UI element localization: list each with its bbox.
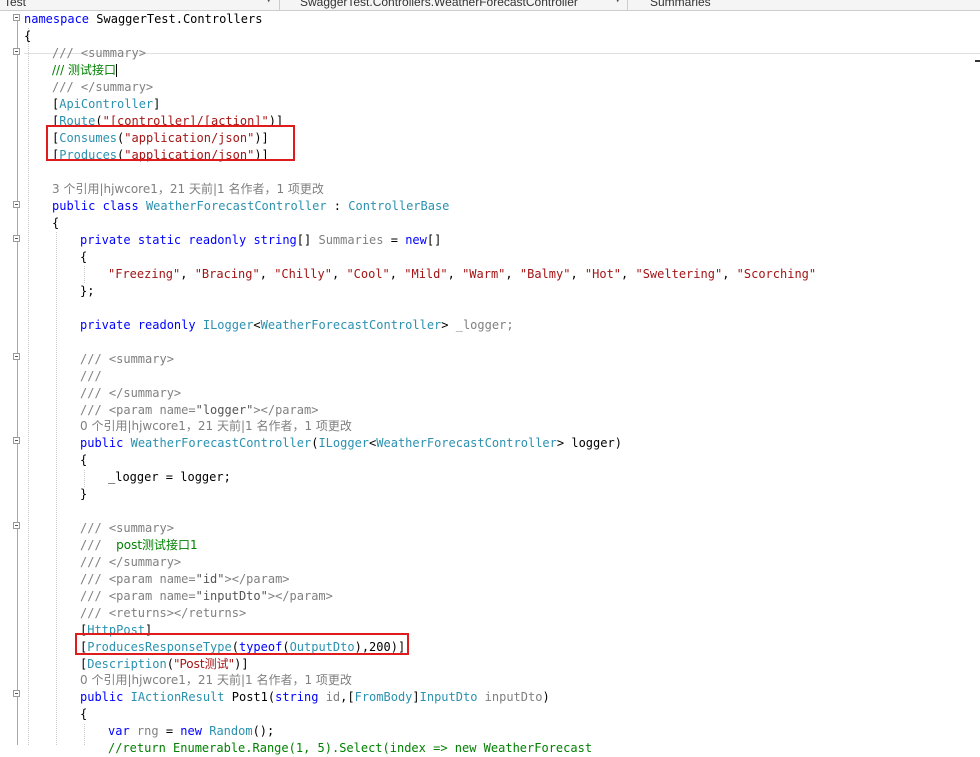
code-line: { — [24, 29, 32, 43]
collapse-icon[interactable] — [13, 353, 20, 360]
doc-comment: /// <summary> — [80, 352, 174, 366]
constructor-declaration: public WeatherForecastController(ILogger… — [80, 436, 622, 450]
member-dropdown[interactable]: Summaries — [650, 0, 711, 9]
codelens[interactable]: 0 个引用|hjwcore1，21 天前|1 名作者，1 项更改 — [80, 418, 352, 435]
doc-comment: /// <param name="id"></param> — [80, 572, 290, 586]
code-line: { — [80, 250, 88, 264]
string-literal: "Bracing" — [194, 267, 260, 281]
doc-comment: /// post测试接口1 — [80, 538, 198, 552]
array-values: "Freezing", "Bracing", "Chilly", "Cool",… — [108, 266, 816, 283]
keyword: namespace — [24, 12, 90, 26]
indent-guide — [84, 266, 85, 283]
doc-comment: /// — [80, 369, 102, 383]
string-literal: "Sweltering" — [635, 267, 723, 281]
separator: , — [447, 267, 463, 281]
string-literal: "Freezing" — [108, 267, 181, 281]
code-line: var rng = new Random(); — [108, 724, 275, 738]
separator: , — [570, 267, 585, 281]
code-line: }; — [80, 284, 95, 298]
separator: , — [180, 267, 195, 281]
highlight-box — [46, 125, 295, 161]
string-literal: "Mild" — [404, 267, 448, 281]
codelens[interactable]: 0 个引用|hjwcore1，21 天前|1 名作者，1 项更改 — [80, 672, 352, 689]
code-editor[interactable]: namespace SwaggerTest.Controllers { /// … — [24, 11, 980, 755]
indent-guide — [84, 470, 85, 487]
divider — [627, 0, 628, 10]
doc-comment: /// <param name="inputDto"></param> — [80, 589, 333, 603]
code-line: { — [80, 453, 88, 467]
doc-comment: /// <param name="logger"></param> — [80, 403, 319, 417]
code-line: { — [52, 216, 60, 230]
indent-guide — [56, 232, 57, 745]
fold-line — [17, 20, 18, 745]
separator: , — [331, 267, 347, 281]
doc-comment: /// 测试接口 — [52, 62, 117, 79]
collapse-icon[interactable] — [13, 201, 20, 208]
text-cursor — [115, 64, 117, 77]
divider — [279, 0, 280, 10]
highlight-box — [75, 633, 409, 655]
collapse-icon[interactable] — [13, 48, 20, 55]
string-literal: "Scorching" — [736, 267, 817, 281]
doc-comment: /// <summary> — [80, 521, 174, 535]
field-declaration: private readonly ILogger<WeatherForecast… — [80, 318, 514, 332]
separator: , — [389, 267, 405, 281]
separator: , — [621, 267, 636, 281]
collapse-icon[interactable] — [13, 522, 20, 529]
string-literal: "Hot" — [584, 267, 622, 281]
code-line: _logger = logger; — [108, 470, 231, 484]
code-comment: //return Enumerable.Range(1, 5).Select(i… — [108, 741, 593, 755]
namespace-name: SwaggerTest.Controllers — [96, 12, 263, 26]
doc-comment: /// <returns></returns> — [80, 606, 247, 620]
string-literal: "Balmy" — [519, 267, 571, 281]
code-line: } — [80, 487, 88, 501]
doc-comment: /// </summary> — [52, 80, 154, 94]
navigation-bar: Test ▾ SwaggerTest.Controllers.WeatherFo… — [0, 0, 980, 11]
codelens[interactable]: 3 个引用|hjwcore1，21 天前|1 名作者，1 项更改 — [52, 181, 324, 198]
string-literal: "Cool" — [346, 267, 390, 281]
indent-guide — [84, 724, 85, 745]
class-dropdown[interactable]: SwaggerTest.Controllers.WeatherForecastC… — [300, 0, 578, 9]
separator: , — [259, 267, 275, 281]
project-dropdown[interactable]: Test — [4, 0, 26, 9]
collapse-icon[interactable] — [13, 690, 20, 697]
separator: , — [505, 267, 520, 281]
collapse-icon[interactable] — [13, 235, 20, 242]
string-literal: "Chilly" — [274, 267, 332, 281]
attribute-line: [ApiController] — [52, 97, 161, 111]
indent-guide — [28, 28, 29, 745]
chevron-down-icon[interactable]: ▾ — [615, 0, 620, 6]
doc-comment: /// </summary> — [80, 386, 182, 400]
doc-comment: /// </summary> — [80, 555, 182, 569]
code-line: namespace SwaggerTest.Controllers — [24, 11, 262, 28]
attribute-line: [Description("Post测试")] — [80, 657, 249, 671]
doc-comment: /// <summary> — [52, 46, 146, 60]
comment-text: /// 测试接口 — [52, 63, 116, 77]
separator: , — [722, 267, 737, 281]
chevron-down-icon[interactable]: ▾ — [266, 0, 271, 6]
method-declaration: public IActionResult Post1(string id,[Fr… — [80, 690, 550, 704]
collapse-icon[interactable] — [13, 14, 20, 21]
code-line: { — [80, 707, 88, 721]
class-declaration: public class WeatherForecastController :… — [52, 199, 450, 213]
string-literal: "Warm" — [462, 267, 506, 281]
editor-gutter — [0, 11, 22, 745]
field-declaration: private static readonly string[] Summari… — [80, 233, 442, 247]
collapse-icon[interactable] — [13, 437, 20, 444]
